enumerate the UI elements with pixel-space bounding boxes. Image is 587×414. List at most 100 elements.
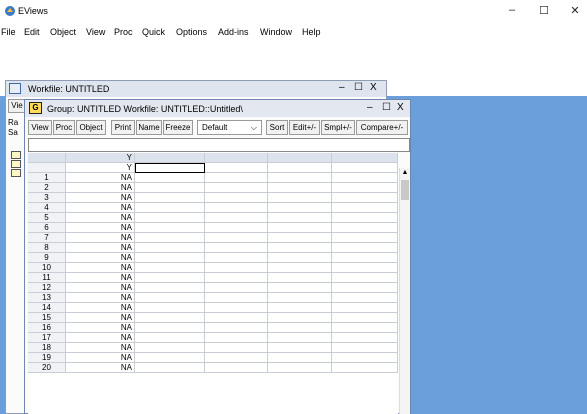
table-cell[interactable] [268,333,332,343]
table-cell[interactable] [135,243,205,253]
table-cell[interactable] [135,183,205,193]
value-cell[interactable]: NA [66,323,135,333]
group-titlebar[interactable]: G Group: UNTITLED Workfile: UNTITLED::Un… [25,100,410,117]
proc-button[interactable]: Proc [53,120,75,135]
column-header-empty[interactable] [135,153,205,163]
table-cell[interactable] [332,323,398,333]
table-cell[interactable] [205,253,268,263]
object-icon-series[interactable] [11,160,21,168]
workfile-titlebar[interactable]: Workfile: UNTITLED – ☐ X [6,81,386,97]
table-cell[interactable] [268,233,332,243]
table-cell[interactable] [332,273,398,283]
menu-object[interactable]: Object [50,27,76,37]
table-cell[interactable] [332,233,398,243]
menu-quick[interactable]: Quick [142,27,165,37]
value-cell[interactable]: NA [66,183,135,193]
table-cell[interactable] [135,363,205,373]
table-cell[interactable] [135,343,205,353]
table-cell[interactable] [332,293,398,303]
compare-toggle-button[interactable]: Compare+/- [356,120,408,135]
table-cell[interactable] [268,303,332,313]
table-cell[interactable] [268,183,332,193]
table-cell[interactable] [268,223,332,233]
table-cell[interactable] [332,263,398,273]
value-cell[interactable]: NA [66,273,135,283]
table-cell[interactable] [268,213,332,223]
menu-view[interactable]: View [86,27,105,37]
table-cell[interactable] [205,323,268,333]
value-cell[interactable]: NA [66,303,135,313]
smpl-toggle-button[interactable]: Smpl+/- [321,120,355,135]
value-cell[interactable]: NA [66,193,135,203]
table-cell[interactable] [205,163,268,173]
table-cell[interactable] [205,233,268,243]
group-minimize-button[interactable]: – [367,102,373,113]
column-header-empty[interactable] [205,153,268,163]
table-cell[interactable] [332,343,398,353]
workfile-minimize-button[interactable]: – [339,82,345,93]
table-cell[interactable] [205,223,268,233]
column-name-cell[interactable]: Y [66,163,135,173]
menu-proc[interactable]: Proc [114,27,133,37]
table-cell[interactable] [332,183,398,193]
table-cell[interactable] [135,333,205,343]
table-cell[interactable] [268,313,332,323]
value-cell[interactable]: NA [66,253,135,263]
value-cell[interactable]: NA [66,343,135,353]
table-cell[interactable] [332,363,398,373]
table-cell[interactable] [332,303,398,313]
scroll-up-icon[interactable]: ▲ [400,168,410,178]
table-cell[interactable] [268,323,332,333]
menu-help[interactable]: Help [302,27,321,37]
command-window[interactable] [0,40,587,80]
table-cell[interactable] [205,303,268,313]
table-cell[interactable] [332,223,398,233]
table-cell[interactable] [205,173,268,183]
spreadsheet[interactable]: Y Y 1 NA 2 NA 3 NA 4 NA 5 NA 6 NA 7 NA 8 NA 9 NA 10 NA 11 NA 1… [28,153,398,414]
table-cell[interactable] [332,163,398,173]
table-cell[interactable] [135,173,205,183]
table-cell[interactable] [205,293,268,303]
column-header-empty[interactable] [332,153,398,163]
table-cell[interactable] [332,353,398,363]
table-cell[interactable] [268,293,332,303]
close-button[interactable]: ✕ [566,4,584,17]
value-cell[interactable]: NA [66,173,135,183]
table-cell[interactable] [332,213,398,223]
table-cell[interactable] [268,203,332,213]
cell-edit-field[interactable] [28,138,410,152]
sort-button[interactable]: Sort [266,120,288,135]
value-cell[interactable]: NA [66,263,135,273]
workfile-maximize-button[interactable]: ☐ [354,82,363,93]
menu-file[interactable]: File [1,27,16,37]
table-cell[interactable] [205,263,268,273]
object-button[interactable]: Object [76,120,106,135]
value-cell[interactable]: NA [66,203,135,213]
table-cell[interactable] [205,183,268,193]
table-cell[interactable] [268,163,332,173]
table-cell[interactable] [268,173,332,183]
table-cell[interactable] [268,243,332,253]
table-cell[interactable] [135,223,205,233]
value-cell[interactable]: NA [66,293,135,303]
table-cell[interactable] [268,283,332,293]
minimize-button[interactable]: – [503,4,521,16]
workfile-close-button[interactable]: X [370,82,377,93]
table-cell[interactable] [332,173,398,183]
table-cell[interactable] [135,293,205,303]
table-cell[interactable] [268,353,332,363]
table-cell[interactable] [135,303,205,313]
object-icon-series[interactable] [11,169,21,177]
table-cell[interactable] [205,243,268,253]
table-cell[interactable] [135,213,205,223]
table-cell[interactable] [268,253,332,263]
selected-cell[interactable] [135,163,205,173]
table-cell[interactable] [205,213,268,223]
value-cell[interactable]: NA [66,353,135,363]
value-cell[interactable]: NA [66,233,135,243]
name-button[interactable]: Name [136,120,162,135]
table-cell[interactable] [205,343,268,353]
table-cell[interactable] [135,283,205,293]
maximize-button[interactable]: ☐ [535,4,553,17]
value-cell[interactable]: NA [66,243,135,253]
